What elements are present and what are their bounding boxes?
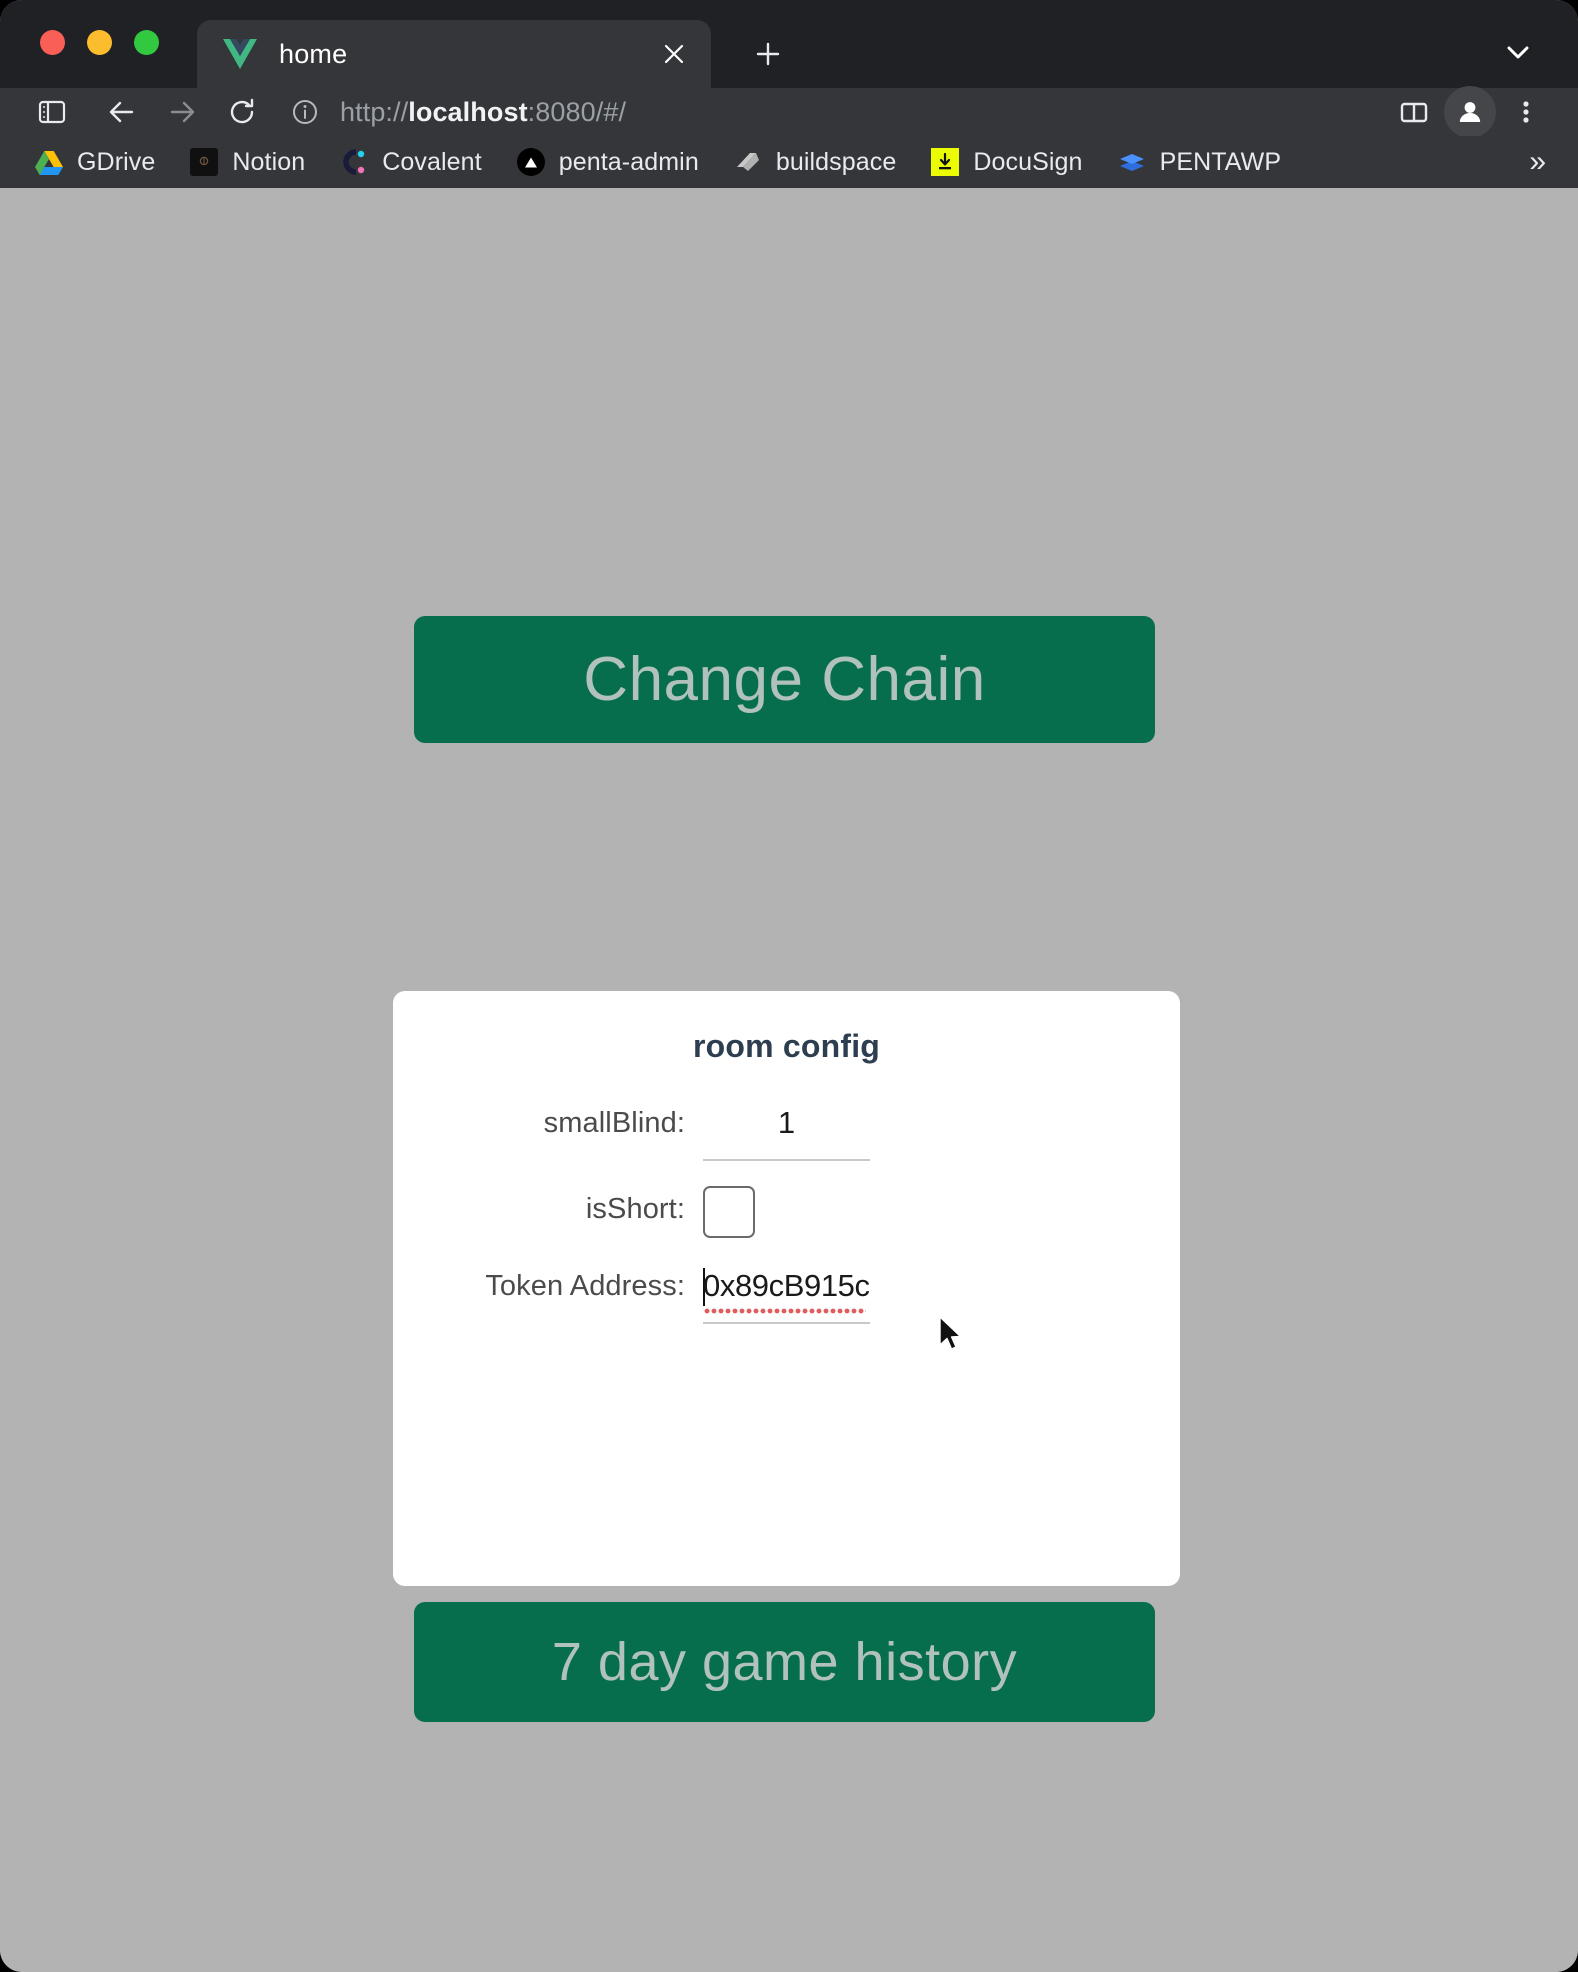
maximize-window-button[interactable] xyxy=(134,30,159,55)
info-circle-icon[interactable] xyxy=(290,97,320,127)
bookmark-notion[interactable]: Notion xyxy=(179,141,315,183)
room-config-card: room config smallBlind: isShort: Token A… xyxy=(393,991,1180,1586)
browser-toolbar: http://localhost:8080/#/ xyxy=(0,86,1578,138)
plus-icon xyxy=(756,42,780,66)
bookmark-label: DocuSign xyxy=(973,147,1083,176)
bookmarks-overflow-button[interactable]: » xyxy=(1519,145,1556,179)
reload-icon[interactable] xyxy=(220,90,264,134)
new-tab-button[interactable] xyxy=(742,28,794,80)
back-arrow-icon[interactable] xyxy=(100,90,144,134)
bookmark-penta-admin[interactable]: penta-admin xyxy=(506,141,709,183)
minimize-window-button[interactable] xyxy=(87,30,112,55)
token-address-value: 0x89cB915c xyxy=(703,1268,870,1303)
url-host: localhost xyxy=(408,96,528,127)
bookmark-label: GDrive xyxy=(77,147,156,176)
bookmark-covalent[interactable]: Covalent xyxy=(329,141,491,183)
room-config-form: smallBlind: isShort: Token Address: xyxy=(393,1105,1180,1324)
address-bar-url: http://localhost:8080/#/ xyxy=(340,97,626,128)
spellcheck-underline xyxy=(704,1308,866,1314)
form-row-token-address: Token Address: 0x89cB915c xyxy=(393,1268,1180,1324)
bookmark-label: Covalent xyxy=(382,147,482,176)
game-history-button[interactable]: 7 day game history xyxy=(414,1602,1155,1722)
form-row-is-short: isShort: xyxy=(393,1186,1180,1238)
tab-title: home xyxy=(279,38,348,69)
buildspace-icon xyxy=(733,147,763,177)
bookmark-docusign[interactable]: DocuSign xyxy=(920,141,1092,183)
notion-icon xyxy=(189,147,219,177)
is-short-checkbox[interactable] xyxy=(703,1186,755,1238)
is-short-label: isShort: xyxy=(585,1193,685,1225)
bookmark-label: Notion xyxy=(232,147,306,176)
vue-logo-icon xyxy=(223,39,257,69)
tab-close-icon[interactable] xyxy=(651,31,697,77)
docusign-icon xyxy=(930,147,960,177)
chevron-down-icon xyxy=(1507,46,1529,59)
token-address-input[interactable]: 0x89cB915c xyxy=(703,1268,870,1324)
gdrive-icon xyxy=(34,147,64,177)
pentawp-icon xyxy=(1117,147,1147,177)
penta-admin-icon xyxy=(516,147,546,177)
form-row-small-blind: smallBlind: xyxy=(393,1105,1180,1161)
small-blind-input[interactable] xyxy=(703,1105,870,1161)
toolbar-right-actions xyxy=(1392,86,1548,138)
three-dot-menu-icon[interactable] xyxy=(1504,90,1548,134)
forward-arrow-icon[interactable] xyxy=(160,90,204,134)
bookmark-label: PENTAWP xyxy=(1159,147,1282,176)
browser-window: home http://localhost:8080/#/ GDrive Not… xyxy=(0,0,1578,1972)
sidepanel-icon[interactable] xyxy=(30,90,74,134)
address-bar[interactable]: http://localhost:8080/#/ xyxy=(290,90,1392,134)
url-scheme: http:// xyxy=(340,96,409,127)
url-path: :8080/#/ xyxy=(527,96,627,127)
change-chain-button[interactable]: Change Chain xyxy=(414,616,1155,743)
bookmarks-bar: GDrive Notion Covalent penta-admin build… xyxy=(0,136,1578,188)
page-content: Change Chain room config smallBlind: isS… xyxy=(0,188,1578,1972)
close-window-button[interactable] xyxy=(40,30,65,55)
token-address-label: Token Address: xyxy=(485,1270,685,1302)
bookmark-gdrive[interactable]: GDrive xyxy=(24,141,165,183)
browser-tab-home[interactable]: home xyxy=(197,20,711,88)
split-view-icon[interactable] xyxy=(1392,90,1436,134)
card-title: room config xyxy=(692,1028,881,1064)
tab-search-button[interactable] xyxy=(1496,30,1540,74)
small-blind-label: smallBlind: xyxy=(543,1107,685,1139)
bookmark-pentawp[interactable]: PENTAWP xyxy=(1107,141,1292,183)
profile-avatar-icon[interactable] xyxy=(1444,86,1496,138)
bookmark-label: penta-admin xyxy=(558,147,699,176)
window-traffic-lights xyxy=(40,30,159,55)
covalent-icon xyxy=(339,147,369,177)
tab-strip: home xyxy=(0,0,1578,88)
bookmark-label: buildspace xyxy=(775,147,897,176)
bookmark-buildspace[interactable]: buildspace xyxy=(723,141,907,183)
